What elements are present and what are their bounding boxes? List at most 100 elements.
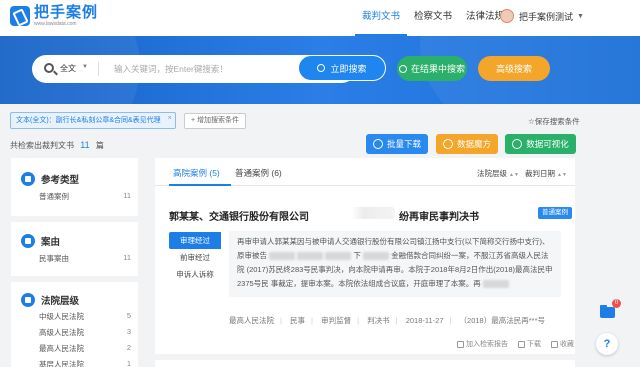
save-filter-link[interactable]: ☆保存搜索条件 [528,116,580,127]
results-panel: 高院案例 (5) 普通案例 (6) 法院层级 ▲▼ 裁判日期 ▲▼ 郭某某、交通银行… [155,158,575,367]
case-title-end[interactable]: 纷再审民事判决书 [399,208,479,223]
section-court-level[interactable]: 法院层级 [21,293,79,307]
redacted-text [297,252,324,261]
filter-chip[interactable]: 文本(全文)：副行长&私刻公章&合同&表见代理 × [10,112,176,129]
redacted-text [269,252,296,261]
meta-court: 最高人民法院 [229,316,274,325]
cause-icon [21,234,35,248]
sidebar-item-label: 基层人民法院 [39,360,84,367]
sort-icon: ▲▼ [509,172,519,178]
main-nav: 裁判文书 检察文书 法律法规 [355,0,511,36]
star-icon [551,340,558,348]
filter-sidebar: 参考类型 普通案例 11 案由 民事案由 11 法院层级 中级人民法院 5 高级… [11,158,138,367]
tab-prior-trial[interactable]: 前审经过 [169,249,221,266]
add-to-report-button[interactable]: 加入检索报告 [457,339,508,349]
logo-text: 把手案例 [34,4,99,21]
search-scope-select[interactable]: 全文 [60,63,76,74]
category-icon [21,172,35,186]
active-tab-indicator [169,184,231,186]
data-cube-button[interactable]: 数据魔方 [436,134,498,154]
tab-normal-cases[interactable]: 普通案例 (6) [235,167,282,179]
nav-judgments[interactable]: 裁判文书 [355,0,408,36]
section-title: 法院层级 [41,296,80,307]
nav-procuratorate[interactable]: 检察文书 [407,0,459,36]
user-name: 把手案例测试 [519,11,574,22]
advanced-search-button[interactable]: 高级搜索 [478,56,550,81]
sidebar-item-basic-court[interactable]: 基层人民法院 1 [39,359,131,367]
divider [155,354,575,360]
sidebar-item-supreme-court[interactable]: 最高人民法院 2 [39,343,131,354]
sidebar-item-civil-cause[interactable]: 民事案由 11 [39,253,131,264]
sidebar-item-count: 11 [123,253,131,262]
close-icon[interactable]: × [168,111,172,126]
tab-appellant-claims[interactable]: 申诉人诉称 [169,266,221,283]
case-section-tabs: 审理经过 前审经过 申诉人诉称 [169,232,221,283]
sidebar-item-intermediate-court[interactable]: 中级人民法院 5 [39,311,131,322]
sort-court-level[interactable]: 法院层级 ▲▼ [477,168,519,179]
search-icon [44,63,54,73]
sidebar-item-label: 中级人民法院 [39,312,84,321]
abstract-line: 下 [353,251,361,260]
case-type-badge: 普通案例 [538,207,572,219]
sidebar-item-normal-case[interactable]: 普通案例 11 [39,191,131,202]
filter-row: 文本(全文)：副行长&私刻公章&合同&表见代理 × + 增加搜索条件 ☆保存搜索… [0,104,640,134]
divider [98,62,99,76]
search-within-label: 在结果中搜索 [410,64,465,74]
tab-high-court-cases[interactable]: 高院案例 (5) [173,167,220,179]
meta-type: 民事 [290,316,306,325]
batch-download-button[interactable]: 批量下载 [366,134,428,154]
search-button[interactable]: 立即搜索 [298,55,386,81]
section-title: 参考类型 [41,175,80,186]
help-button[interactable]: ? [596,333,618,355]
sidebar-item-count: 11 [123,191,131,200]
section-cause[interactable]: 案由 [21,234,60,248]
top-navbar: 把手案例 www.lawsdata.com 裁判文书 检察文书 法律法规 把手案… [0,0,640,36]
result-count: 共检索出裁判文书 11 篇 [10,140,104,151]
sidebar-item-high-court[interactable]: 高级人民法院 3 [39,327,131,338]
add-filter-button[interactable]: + 增加搜索条件 [184,113,247,129]
sidebar-item-label: 最高人民法院 [39,344,84,353]
chart-icon [512,139,523,149]
sort-icon: ▲▼ [557,172,567,178]
result-count-number: 11 [80,140,90,150]
visualize-label: 数据可视化 [526,139,569,149]
chevron-down-icon: ▼ [577,12,584,20]
divider [11,276,138,282]
search-within-button[interactable]: 在结果中搜索 [397,56,467,81]
meta-doc-type: 判决书 [367,316,390,325]
user-menu[interactable]: 把手案例测试 ▼ [500,9,584,23]
case-title[interactable]: 郭某某、交通银行股份有限公司 [169,208,309,223]
download-icon [518,340,525,348]
redacted-text [362,252,389,261]
chevron-down-icon[interactable]: ▼ [82,64,88,70]
logo[interactable]: 把手案例 www.lawsdata.com [10,5,98,27]
data-cube-label: 数据魔方 [456,139,491,149]
cube-icon [442,139,453,149]
search-button-label: 立即搜索 [330,63,367,74]
section-reference-type[interactable]: 参考类型 [21,172,79,186]
result-count-prefix: 共检索出裁判文书 [10,141,74,150]
search-input[interactable] [114,61,294,77]
case-meta: 最高人民法院 | 民事 | 审判监督 | 判决书 | 2018-11-27 | （2018… [229,316,545,325]
redacted-text [351,207,395,219]
download-button[interactable]: 下载 [518,339,541,349]
report-icon [457,340,464,348]
favorite-button[interactable]: 收藏 [551,339,574,349]
meta-procedure: 审判监督 [321,316,352,325]
section-title: 案由 [41,237,61,248]
abstract-line: 事裁定，提审本案。本院依法组成合议庭，开庭审理了本案。再 [270,279,481,288]
batch-download-label: 批量下载 [386,139,421,149]
sidebar-item-count: 5 [126,311,131,320]
divider [11,216,138,222]
sidebar-item-count: 1 [126,359,131,367]
tab-trial-process[interactable]: 审理经过 [169,232,221,249]
search-icon [317,64,326,72]
visualize-button[interactable]: 数据可视化 [505,134,576,154]
sort-judgment-date[interactable]: 裁判日期 ▲▼ [525,168,567,179]
folder-count-badge: 0 [612,299,621,308]
download-icon [372,139,383,149]
search-icon [398,64,407,73]
meta-date: 2018-11-27 [405,316,444,325]
meta-case-number: （2018）最高法民再***号 [459,316,545,325]
court-icon [21,293,35,307]
